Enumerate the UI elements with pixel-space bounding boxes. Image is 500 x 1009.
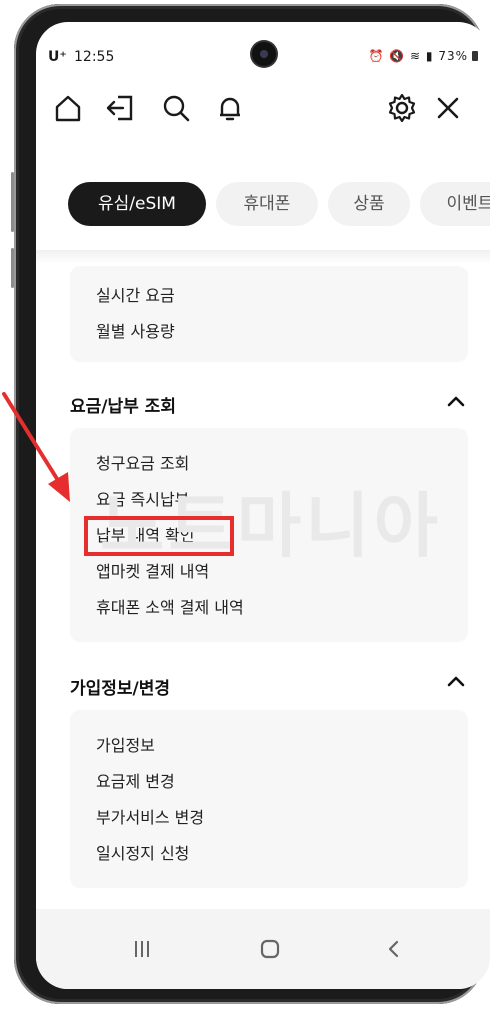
menu-item-subscription-info[interactable]: 가입정보 [96,732,155,756]
bell-icon[interactable] [212,90,248,126]
section-title-billing[interactable]: 요금/납부 조회 [70,392,176,417]
tab-events[interactable]: 이벤트 [420,182,490,226]
battery-text: 73% [438,49,468,63]
close-icon[interactable] [430,90,466,126]
search-icon[interactable] [158,90,194,126]
recent-apps-icon[interactable] [122,931,162,967]
carrier-label: U⁺ [48,49,67,65]
tab-usim-esim[interactable]: 유심/eSIM [68,182,206,226]
gear-icon[interactable] [384,90,420,126]
menu-item-plan-change[interactable]: 요금제 변경 [96,768,175,792]
chevron-up-icon[interactable] [446,674,466,688]
status-icons: ⏰ 🔇 ≋ ▮ 73% [368,49,468,63]
menu-item-realtime-fee[interactable]: 실시간 요금 [96,282,175,306]
menu-item-suspend-request[interactable]: 일시정지 신청 [96,840,189,864]
screen: U⁺ 12:55 ⏰ 🔇 ≋ ▮ 73% 유심/eSIM 휴대폰 상품 이벤트 … [36,22,490,989]
home-icon[interactable] [50,90,86,126]
mute-icon: 🔇 [389,49,406,63]
top-nav [36,90,490,130]
category-tabs: 유심/eSIM 휴대폰 상품 이벤트 [36,182,490,226]
phone-side-button [11,248,14,288]
menu-item-micropayments[interactable]: 휴대폰 소액 결제 내역 [96,594,244,618]
wifi-icon: ≋ [410,49,422,63]
front-camera [252,42,276,66]
battery-icon [472,51,478,61]
tab-products[interactable]: 상품 [328,182,410,226]
logout-icon[interactable] [102,90,138,126]
section-title-subscription[interactable]: 가입정보/변경 [70,674,170,699]
phone-side-button [11,172,14,232]
menu-item-monthly-usage[interactable]: 월별 사용량 [96,318,175,342]
alarm-icon: ⏰ [368,49,385,63]
usage-card: 실시간 요금 월별 사용량 [70,266,468,362]
status-bar: U⁺ 12:55 ⏰ 🔇 ≋ ▮ 73% [36,22,490,66]
back-icon[interactable] [374,931,414,967]
signal-icon: ▮ [425,49,434,63]
highlight-box [84,516,234,556]
system-nav-bar [36,909,490,989]
phone-frame: U⁺ 12:55 ⏰ 🔇 ≋ ▮ 73% 유심/eSIM 휴대폰 상품 이벤트 … [11,4,490,1004]
status-time: 12:55 [74,49,115,65]
home-button-icon[interactable] [250,931,290,967]
menu-item-addon-change[interactable]: 부가서비스 변경 [96,804,204,828]
chevron-up-icon[interactable] [446,394,466,408]
subscription-card: 가입정보 요금제 변경 부가서비스 변경 일시정지 신청 [70,710,468,888]
tabs-divider [36,250,490,264]
tab-phone[interactable]: 휴대폰 [216,182,318,226]
annotation-arrow-icon [2,392,70,502]
